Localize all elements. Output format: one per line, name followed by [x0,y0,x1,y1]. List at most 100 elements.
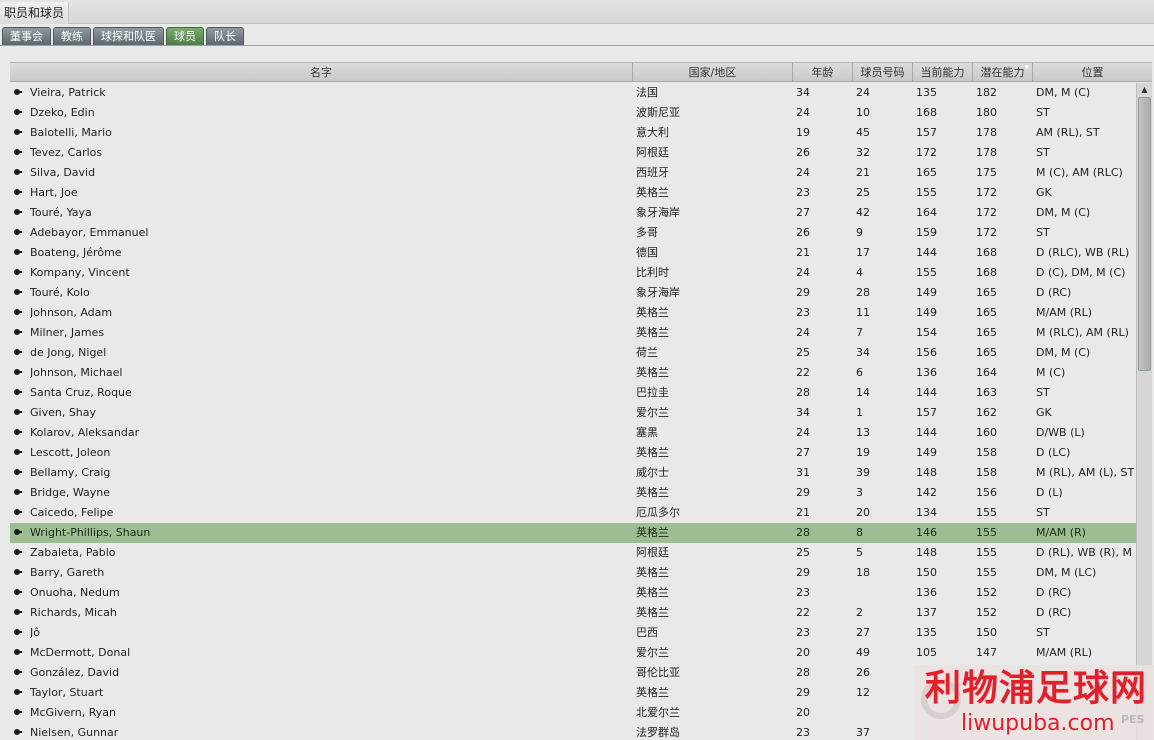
scroll-thumb[interactable] [1138,97,1151,371]
cell-name: Wright-Phillips, Shaun [30,526,151,539]
tab-scouts-physios[interactable]: 球探和队医 [93,27,164,45]
table-row[interactable]: Barry, Gareth 英格兰 29 18 150 155 DM, M (LC) [10,563,1136,583]
table-row[interactable]: Balotelli, Mario 意大利 19 45 157 178 AM (RL), ST [10,123,1136,143]
column-header-number[interactable]: 球员号码 [853,63,913,82]
cell-nation: 法罗群岛 [636,726,680,739]
table-row[interactable]: Kompany, Vincent 比利时 24 4 155 168 D (C), DM, M… [10,263,1136,283]
cell-potential-ability: 175 [976,166,997,179]
cell-name: Vieira, Patrick [30,86,106,99]
player-marker-icon [14,249,22,255]
table-row[interactable]: Touré, Kolo 象牙海岸 29 28 149 165 D (RC) [10,283,1136,303]
cell-potential-ability: 178 [976,126,997,139]
cell-name: Barry, Gareth [30,566,105,579]
cell-age: 23 [796,726,810,739]
table-row[interactable]: Johnson, Adam 英格兰 23 11 149 165 M/AM (RL) [10,303,1136,323]
table-row[interactable]: Onuoha, Nedum 英格兰 23 136 152 D (RC) [10,583,1136,603]
cell-number [856,583,911,603]
table-row[interactable]: Dzeko, Edin 波斯尼亚 24 10 168 180 ST [10,103,1136,123]
cell-potential-ability: 158 [976,466,997,479]
cell-nation: 象牙海岸 [636,206,680,219]
site-watermark: 利物浦足球网 liwupuba.com PES [915,665,1154,740]
cell-number: 49 [856,646,870,659]
cell-number: 10 [856,106,870,119]
cell-current-ability: 168 [916,106,937,119]
column-header-age[interactable]: 年龄 [793,63,853,82]
table-row[interactable]: Bellamy, Craig 威尔士 31 39 148 158 M (RL), AM (L… [10,463,1136,483]
table-row[interactable]: Hart, Joe 英格兰 23 25 155 172 GK [10,183,1136,203]
table-row[interactable]: Johnson, Michael 英格兰 22 6 136 164 M (C) [10,363,1136,383]
cell-potential-ability: 172 [976,186,997,199]
cell-name: Caicedo, Felipe [30,506,114,519]
table-row[interactable]: Touré, Yaya 象牙海岸 27 42 164 172 DM, M (C) [10,203,1136,223]
cell-nation: 英格兰 [636,526,669,539]
cell-age: 29 [796,486,810,499]
cell-potential-ability: 150 [976,626,997,639]
table-row[interactable]: Kolarov, Aleksandar 塞黑 24 13 144 160 D/WB (L) [10,423,1136,443]
cell-position: GK [1036,406,1052,419]
title-bar: 职员和球员 [0,0,1154,24]
window-title[interactable]: 职员和球员 [0,2,70,24]
cell-nation: 巴西 [636,626,658,639]
player-marker-icon [14,209,22,215]
cell-age: 25 [796,346,810,359]
table-row[interactable]: Vieira, Patrick 法国 34 24 135 182 DM, M (C) [10,83,1136,103]
cell-current-ability: 157 [916,126,937,139]
cell-age: 24 [796,106,810,119]
cell-name: Nielsen, Gunnar [30,726,119,739]
column-header-nation[interactable]: 国家/地区 [633,63,793,82]
table-row[interactable]: Lescott, Joleon 英格兰 27 19 149 158 D (LC) [10,443,1136,463]
column-header-name[interactable]: 名字 [10,63,633,82]
cell-number: 42 [856,206,870,219]
player-marker-icon [14,449,22,455]
table-row[interactable]: Jô 巴西 23 27 135 150 ST [10,623,1136,643]
player-marker-icon [14,369,22,375]
cell-current-ability: 135 [916,86,937,99]
cell-current-ability: 144 [916,426,937,439]
table-row[interactable]: Caicedo, Felipe 厄瓜多尔 21 20 134 155 ST [10,503,1136,523]
column-header-current-ability[interactable]: 当前能力 [913,63,973,82]
cell-name: McGivern, Ryan [30,706,116,719]
cell-position: DM, M (LC) [1036,566,1097,579]
column-header-potential-ability[interactable]: 潜在能力 [973,62,1033,82]
cell-name: Touré, Kolo [30,286,90,299]
table-row[interactable]: Bridge, Wayne 英格兰 29 3 142 156 D (L) [10,483,1136,503]
vertical-scrollbar[interactable]: ▲ [1136,83,1152,740]
cell-age: 29 [796,286,810,299]
table-row[interactable]: McDermott, Donal 爱尔兰 20 49 105 147 M/AM (RL) [10,643,1136,663]
cell-position: D (L) [1036,486,1063,499]
cell-age: 26 [796,226,810,239]
table-row[interactable]: Richards, Micah 英格兰 22 2 137 152 D (RC) [10,603,1136,623]
cell-number: 9 [856,226,863,239]
table-row[interactable]: Santa Cruz, Roque 巴拉圭 28 14 144 163 ST [10,383,1136,403]
cell-position: ST [1036,106,1050,119]
cell-nation: 英格兰 [636,326,669,339]
cell-current-ability: 144 [916,246,937,259]
cell-position: D (RC) [1036,286,1072,299]
table-row[interactable]: Wright-Phillips, Shaun 英格兰 28 8 146 155 M/AM (… [10,523,1136,543]
cell-nation: 英格兰 [636,686,669,699]
player-marker-icon [14,129,22,135]
tab-captains[interactable]: 队长 [206,27,244,45]
table-row[interactable]: Silva, David 西班牙 24 21 165 175 M (C), AM (RLC) [10,163,1136,183]
cell-age: 29 [796,566,810,579]
cell-number: 32 [856,146,870,159]
table-row[interactable]: Given, Shay 爱尔兰 34 1 157 162 GK [10,403,1136,423]
table-row[interactable]: Milner, James 英格兰 24 7 154 165 M (RLC), AM (RL… [10,323,1136,343]
cell-position: DM, M (C) [1036,86,1091,99]
tab-coaches[interactable]: 教练 [53,27,91,45]
table-row[interactable]: de Jong, Nigel 荷兰 25 34 156 165 DM, M (C) [10,343,1136,363]
table-row[interactable]: Boateng, Jérôme 德国 21 17 144 168 D (RLC), WB (… [10,243,1136,263]
column-header-position[interactable]: 位置 [1033,63,1152,82]
cell-name: Dzeko, Edin [30,106,95,119]
table-row[interactable]: Zabaleta, Pablo 阿根廷 25 5 148 155 D (RL), WB (R… [10,543,1136,563]
staff-and-players-window: 职员和球员 董事会 教练 球探和队医 球员 队长 名字 国家/地区 年龄 球员号… [0,0,1154,740]
tab-players[interactable]: 球员 [166,27,204,45]
scroll-up-arrow-icon[interactable]: ▲ [1137,83,1152,97]
table-row[interactable]: Adebayor, Emmanuel 多哥 26 9 159 172 ST [10,223,1136,243]
tab-board[interactable]: 董事会 [2,27,51,45]
cell-age: 26 [796,146,810,159]
cell-potential-ability: 155 [976,526,997,539]
table-row[interactable]: Tevez, Carlos 阿根廷 26 32 172 178 ST [10,143,1136,163]
player-marker-icon [14,649,22,655]
cell-age: 20 [796,706,810,719]
